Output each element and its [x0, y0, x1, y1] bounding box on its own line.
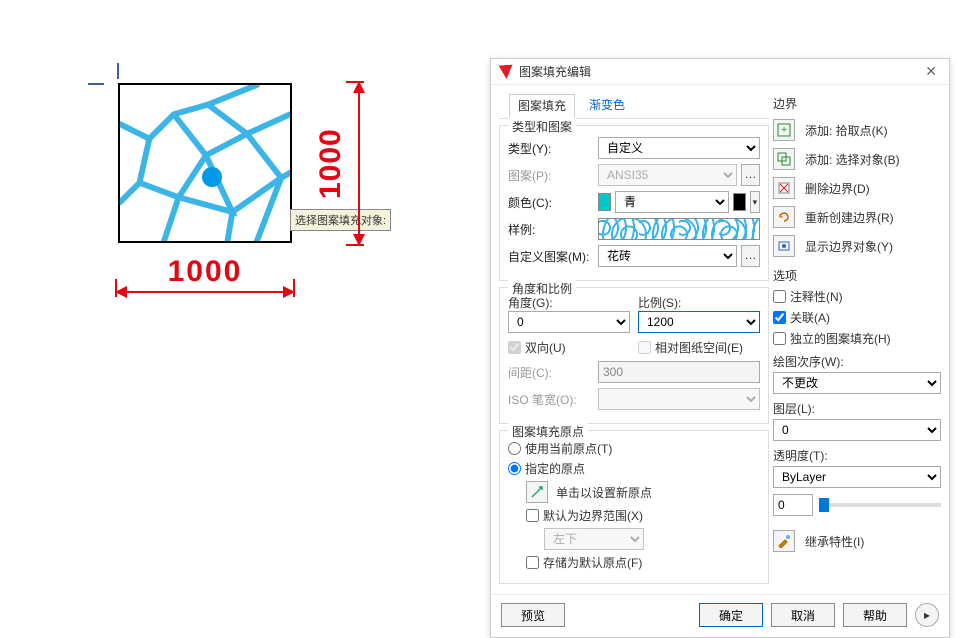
add-pick-points-button[interactable]: +添加: 拾取点(K) [773, 119, 941, 141]
pick-origin-button[interactable] [526, 481, 548, 503]
paper-space-checkbox [638, 341, 651, 354]
layer-label: 图层(L): [773, 400, 941, 417]
spacing-input [598, 361, 760, 383]
click-new-origin-label: 单击以设置新原点 [556, 484, 652, 501]
use-current-origin-radio[interactable] [508, 442, 521, 455]
recreate-boundary-button[interactable]: 重新创建边界(R) [773, 206, 941, 228]
group-type-pattern: 类型和图案 类型(Y): 自定义 图案(P): ANSI35 … 颜色(C): [499, 125, 769, 281]
remove-boundary-button[interactable]: 删除边界(D) [773, 177, 941, 199]
scale-select[interactable]: 1200 [638, 311, 760, 333]
transparency-select[interactable]: ByLayer [773, 466, 941, 488]
ext-tick [117, 63, 119, 79]
options-section-title: 选项 [773, 267, 941, 284]
svg-text:+: + [781, 125, 787, 136]
group-title-angle: 角度和比例 [508, 280, 576, 297]
cad-canvas[interactable]: 选择图案填充对象: 1000 1000 [100, 75, 380, 335]
preview-button[interactable]: 预览 [501, 603, 565, 627]
specified-origin-label: 指定的原点 [525, 460, 585, 477]
transparency-label: 透明度(T): [773, 447, 941, 464]
store-default-label: 存储为默认原点(F) [543, 554, 642, 571]
scale-label: 比例(S): [638, 296, 681, 310]
select-object-icon [773, 148, 795, 170]
separate-hatch-checkbox[interactable] [773, 332, 786, 345]
default-boundary-label: 默认为边界范围(X) [543, 507, 643, 524]
autocad-logo-icon [499, 64, 514, 79]
iso-width-label: ISO 笔宽(O): [508, 391, 598, 408]
angle-select[interactable]: 0 [508, 311, 630, 333]
bidirectional-label: 双向(U) [525, 339, 566, 356]
remove-boundary-icon [773, 177, 795, 199]
group-origin: 图案填充原点 使用当前原点(T) 指定的原点 单击以设置新原点 默认为边界范围(… [499, 430, 769, 584]
group-title-origin: 图案填充原点 [508, 423, 588, 440]
store-default-checkbox[interactable] [526, 556, 539, 569]
horizontal-dimension-value: 1000 [115, 255, 295, 289]
custom-pattern-select[interactable]: 花砖 [598, 245, 737, 267]
bg-color-swatch-icon [733, 193, 746, 211]
color-select[interactable]: 青 [615, 191, 729, 213]
vertical-dimension-value: 1000 [314, 81, 348, 246]
cancel-button[interactable]: 取消 [771, 603, 835, 627]
pattern-label: 图案(P): [508, 167, 598, 184]
tab-hatch[interactable]: 图案填充 [509, 94, 575, 119]
dialog-footer: 预览 确定 取消 帮助 ▸ [491, 594, 949, 637]
custom-pattern-label: 自定义图案(M): [508, 248, 598, 265]
tab-strip: 图案填充 渐变色 [499, 93, 769, 119]
group-angle-scale: 角度和比例 角度(G): 0 比例(S): 1200 双向(U) 相对图纸空间(… [499, 287, 769, 424]
inherit-icon [773, 530, 795, 552]
layer-select[interactable]: 0 [773, 419, 941, 441]
horizontal-dimension[interactable]: 1000 [115, 261, 295, 301]
origin-point-marker[interactable] [202, 167, 222, 187]
transparency-value-input[interactable] [773, 494, 813, 516]
show-boundary-button[interactable]: 显示边界对象(Y) [773, 235, 941, 257]
expand-dialog-button[interactable]: ▸ [915, 603, 939, 627]
ext-tick [88, 83, 104, 85]
draw-order-select[interactable]: 不更改 [773, 372, 941, 394]
default-boundary-checkbox[interactable] [526, 509, 539, 522]
type-label: 类型(Y): [508, 140, 598, 157]
annotative-label: 注释性(N) [790, 288, 843, 305]
angle-label: 角度(G): [508, 296, 553, 310]
annotative-checkbox[interactable] [773, 290, 786, 303]
hatched-rectangle[interactable] [118, 83, 292, 243]
add-select-objects-button[interactable]: 添加: 选择对象(B) [773, 148, 941, 170]
boundary-position-select: 左下 [544, 528, 644, 550]
inherit-properties-button[interactable]: 继承特性(I) [773, 530, 941, 552]
iso-width-select [598, 388, 760, 410]
draw-order-label: 绘图次序(W): [773, 353, 941, 370]
tab-gradient[interactable]: 渐变色 [587, 93, 627, 118]
pick-point-icon: + [773, 119, 795, 141]
boundary-section-title: 边界 [773, 95, 941, 112]
vertical-dimension[interactable]: 1000 [310, 81, 370, 246]
use-current-origin-label: 使用当前原点(T) [525, 440, 612, 457]
transparency-slider[interactable] [819, 503, 941, 507]
help-button[interactable]: 帮助 [843, 603, 907, 627]
ok-button[interactable]: 确定 [699, 603, 763, 627]
associative-label: 关联(A) [790, 309, 830, 326]
color-swatch-icon [598, 193, 611, 211]
dialog-title: 图案填充编辑 [519, 63, 591, 80]
paper-space-label: 相对图纸空间(E) [655, 339, 743, 356]
close-button[interactable]: ✕ [921, 63, 941, 80]
hatch-edit-dialog: 图案填充编辑 ✕ 图案填充 渐变色 类型和图案 类型(Y): 自定义 图案(P)… [490, 58, 950, 638]
pattern-browse-button[interactable]: … [741, 164, 760, 186]
color-label: 颜色(C): [508, 194, 598, 211]
sample-preview[interactable] [598, 218, 760, 240]
spacing-label: 间距(C): [508, 364, 598, 381]
color-dropdown-button[interactable] [750, 191, 760, 213]
type-select[interactable]: 自定义 [598, 137, 760, 159]
separate-hatch-label: 独立的图案填充(H) [790, 330, 891, 347]
dialog-titlebar[interactable]: 图案填充编辑 ✕ [491, 59, 949, 85]
pattern-select: ANSI35 [598, 164, 737, 186]
group-title-type: 类型和图案 [508, 118, 576, 135]
associative-checkbox[interactable] [773, 311, 786, 324]
bidirectional-checkbox [508, 341, 521, 354]
show-boundary-icon [773, 235, 795, 257]
custom-pattern-browse-button[interactable]: … [741, 245, 760, 267]
recreate-boundary-icon [773, 206, 795, 228]
specified-origin-radio[interactable] [508, 462, 521, 475]
sample-label: 样例: [508, 221, 598, 238]
hatch-pattern-preview [120, 85, 290, 241]
